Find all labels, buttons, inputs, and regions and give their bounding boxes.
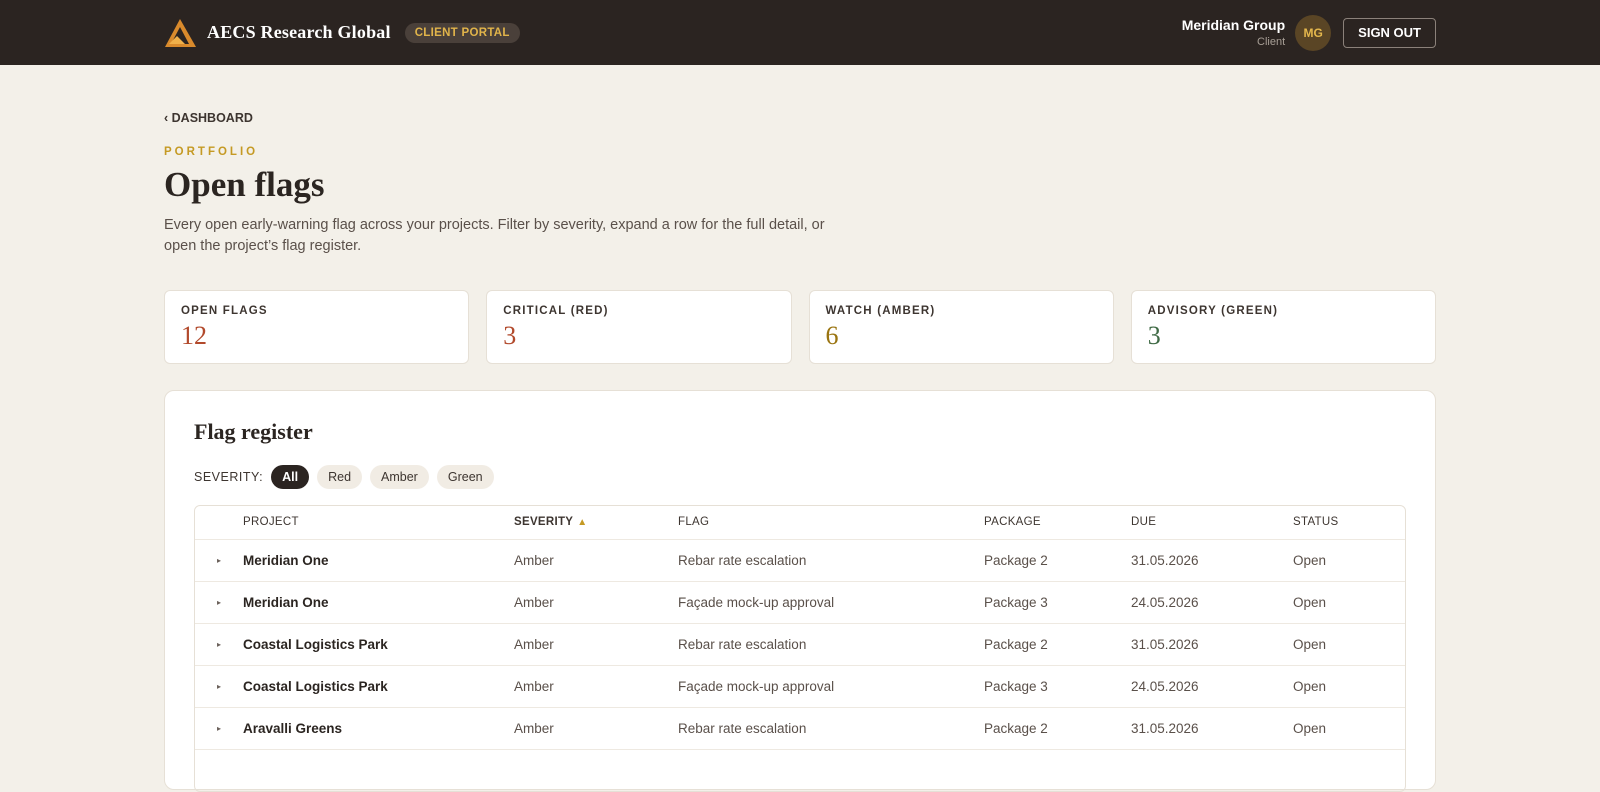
filter-chip-amber[interactable]: Amber <box>370 464 429 489</box>
back-to-dashboard-link[interactable]: ‹ DASHBOARD <box>164 111 1436 125</box>
stat-label: OPEN FLAGS <box>181 304 268 317</box>
cell-due: 31.05.2026 <box>1131 720 1199 736</box>
cell-severity: Amber <box>514 594 554 610</box>
main-content: ‹ DASHBOARD PORTFOLIO Open flags Every o… <box>0 111 1600 792</box>
stat-label: ADVISORY (GREEN) <box>1147 304 1279 317</box>
table-row[interactable]: ▸ Coastal Logistics Park Amber Façade mo… <box>195 664 1405 707</box>
stat-label: CRITICAL (RED) <box>503 304 609 317</box>
page-title: Open flags <box>164 165 325 204</box>
cell-severity: Amber <box>514 678 554 694</box>
filter-chip-green[interactable]: Green <box>436 464 494 489</box>
expand-caret-icon[interactable]: ▸ <box>195 598 243 607</box>
sign-out-button[interactable]: SIGN OUT <box>1343 17 1436 48</box>
cell-status: Open <box>1293 552 1327 568</box>
cell-severity: Amber <box>514 636 554 652</box>
page-description: Every open early-warning flag across you… <box>164 216 825 254</box>
user-area: Meridian Group Client MG SIGN OUT <box>1182 14 1436 51</box>
cell-project: Meridian One <box>243 552 329 568</box>
cell-due: 31.05.2026 <box>1131 552 1199 568</box>
expand-caret-icon[interactable]: ▸ <box>195 724 243 733</box>
column-header-severity[interactable]: SEVERITY ▲ <box>514 516 678 528</box>
user-role: Client <box>1257 36 1286 48</box>
cell-package: Package 2 <box>984 720 1048 736</box>
cell-status: Open <box>1293 720 1327 736</box>
cell-flag: Rebar rate escalation <box>678 552 807 568</box>
cell-project: Coastal Logistics Park <box>243 636 388 652</box>
table-row[interactable]: ▸ Aravalli Greens Amber Rebar rate escal… <box>195 706 1405 749</box>
filter-label: SEVERITY: <box>194 469 264 484</box>
user-info: Meridian Group Client <box>1182 17 1285 48</box>
avatar[interactable]: MG <box>1295 14 1332 51</box>
flag-table: PROJECT SEVERITY ▲ FLAG PACKAGE DUE STATU… <box>194 504 1406 792</box>
panel-title: Flag register <box>194 418 313 444</box>
expand-caret-icon[interactable]: ▸ <box>195 556 243 565</box>
user-name: Meridian Group <box>1181 17 1286 33</box>
brand[interactable]: AECS Research Global CLIENT PORTAL <box>164 18 520 48</box>
cell-project: Meridian One <box>243 594 329 610</box>
table-row[interactable]: ▸ Coastal Logistics Park Amber Rebar rat… <box>195 622 1405 665</box>
stat-label: WATCH (AMBER) <box>825 304 936 317</box>
cell-package: Package 3 <box>984 594 1048 610</box>
cell-package: Package 2 <box>984 552 1048 568</box>
stat-card-open-flags: OPEN FLAGS 12 <box>164 289 470 364</box>
portal-badge: CLIENT PORTAL <box>404 22 520 43</box>
severity-filter: SEVERITY: All Red Amber Green <box>194 464 1406 489</box>
cell-status: Open <box>1293 636 1327 652</box>
cell-severity: Amber <box>514 720 554 736</box>
cell-flag: Façade mock-up approval <box>678 678 835 694</box>
cell-flag: Façade mock-up approval <box>678 594 835 610</box>
column-header-flag[interactable]: FLAG <box>678 516 984 528</box>
column-header-project[interactable]: PROJECT <box>243 516 514 528</box>
stat-card-watch: WATCH (AMBER) 6 <box>808 289 1114 364</box>
stat-value: 12 <box>181 320 207 350</box>
column-header-package[interactable]: PACKAGE <box>984 516 1131 528</box>
cell-flag: Rebar rate escalation <box>678 720 807 736</box>
cell-flag: Rebar rate escalation <box>678 636 807 652</box>
cell-due: 24.05.2026 <box>1131 678 1199 694</box>
column-header-due[interactable]: DUE <box>1131 516 1293 528</box>
flag-register-panel: Flag register SEVERITY: All Red Amber Gr… <box>164 389 1436 792</box>
stat-card-critical: CRITICAL (RED) 3 <box>486 289 792 364</box>
cell-package: Package 3 <box>984 678 1048 694</box>
cell-project: Coastal Logistics Park <box>243 678 388 694</box>
stats-row: OPEN FLAGS 12 CRITICAL (RED) 3 WATCH (AM… <box>164 289 1436 364</box>
cell-package: Package 2 <box>984 636 1048 652</box>
sort-ascending-icon: ▲ <box>577 517 588 528</box>
column-header-status[interactable]: STATUS <box>1293 516 1393 528</box>
cell-project: Aravalli Greens <box>243 720 343 736</box>
stat-card-advisory: ADVISORY (GREEN) 3 <box>1130 289 1436 364</box>
cell-severity: Amber <box>514 552 554 568</box>
cell-status: Open <box>1293 594 1327 610</box>
expand-caret-icon[interactable]: ▸ <box>195 640 243 649</box>
stat-value: 3 <box>503 320 517 350</box>
filter-chip-all[interactable]: All <box>271 464 310 489</box>
table-row[interactable]: ▸ Meridian One Amber Rebar rate escalati… <box>195 538 1405 581</box>
table-row-partial <box>195 748 1405 791</box>
cell-status: Open <box>1293 678 1327 694</box>
stat-value: 3 <box>1147 320 1161 350</box>
logo-icon <box>165 18 196 47</box>
cell-due: 31.05.2026 <box>1131 636 1199 652</box>
table-header: PROJECT SEVERITY ▲ FLAG PACKAGE DUE STATU… <box>195 506 1405 539</box>
expand-caret-icon[interactable]: ▸ <box>195 682 243 691</box>
cell-due: 24.05.2026 <box>1131 594 1199 610</box>
stat-value: 6 <box>825 320 839 350</box>
top-bar: AECS Research Global CLIENT PORTAL Merid… <box>0 0 1600 65</box>
filter-chip-red[interactable]: Red <box>317 464 363 489</box>
eyebrow: PORTFOLIO <box>164 146 259 158</box>
brand-name: AECS Research Global <box>207 22 391 42</box>
column-header-severity-label: SEVERITY <box>514 516 574 528</box>
table-row[interactable]: ▸ Meridian One Amber Façade mock-up appr… <box>195 580 1405 623</box>
